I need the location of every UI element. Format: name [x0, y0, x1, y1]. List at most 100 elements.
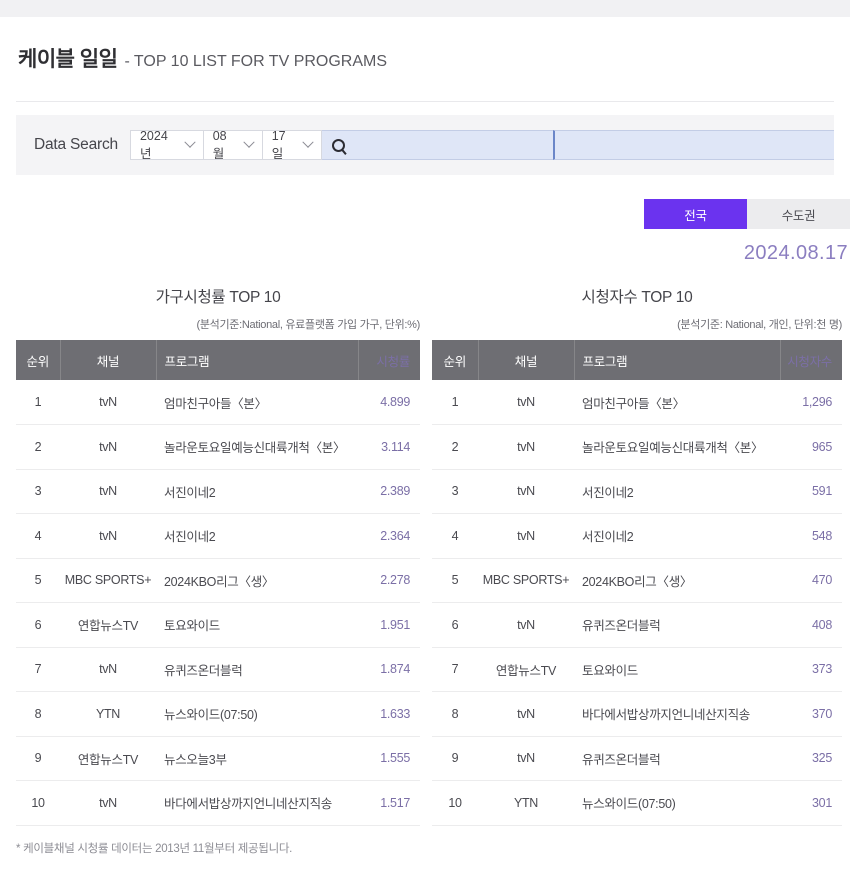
cell-rank: 3: [16, 469, 60, 514]
cell-channel: tvN: [60, 780, 156, 826]
cell-program: 유퀴즈온더블럭: [574, 602, 780, 648]
viewers-table-block: 시청자수 TOP 10 (분석기준: National, 개인, 단위:천 명)…: [432, 285, 842, 826]
table-row[interactable]: 2 tvN 놀라운토요일예능신대륙개척〈본〉 965: [432, 424, 842, 470]
table-row[interactable]: 8 tvN 바다에서밥상까지언니네산지직송 370: [432, 691, 842, 737]
cell-rank: 4: [16, 513, 60, 559]
data-search-panel: Data Search 2024년 08월 17일: [16, 115, 835, 175]
table-row[interactable]: 5 MBC SPORTS+ 2024KBO리그〈생〉 470: [432, 558, 842, 603]
day-dropdown-value: 17일: [271, 128, 286, 161]
col-header-channel: 채널: [478, 340, 575, 380]
search-input[interactable]: [321, 130, 554, 160]
cell-rank: 7: [432, 647, 478, 692]
cell-channel: 연합뉴스TV: [60, 736, 156, 781]
cell-channel: tvN: [478, 691, 574, 737]
region-tab-nationwide[interactable]: 전국: [644, 199, 747, 229]
cell-program: 2024KBO리그〈생〉: [156, 558, 358, 603]
cell-rank: 3: [432, 469, 478, 514]
table-row[interactable]: 9 tvN 유퀴즈온더블럭 325: [432, 736, 842, 781]
cell-channel: YTN: [60, 691, 156, 737]
title-divider: [16, 101, 834, 102]
cell-rank: 9: [16, 736, 60, 781]
cell-value: 4.899: [358, 380, 420, 425]
cell-channel: tvN: [60, 513, 156, 559]
cell-channel: MBC SPORTS+: [478, 558, 574, 603]
table-row[interactable]: 8 YTN 뉴스와이드(07:50) 1.633: [16, 691, 420, 737]
cell-channel: 연합뉴스TV: [60, 602, 156, 648]
cell-channel: tvN: [478, 736, 574, 781]
table-row[interactable]: 4 tvN 서진이네2 2.364: [16, 513, 420, 559]
cell-rank: 5: [16, 558, 60, 603]
table-row[interactable]: 3 tvN 서진이네2 591: [432, 469, 842, 514]
table-row[interactable]: 4 tvN 서진이네2 548: [432, 513, 842, 559]
table-header-row: 순위 채널 프로그램 시청자수: [432, 340, 842, 380]
cell-rank: 7: [16, 647, 60, 692]
col-header-value: 시청률: [358, 340, 420, 380]
table-row[interactable]: 2 tvN 놀라운토요일예능신대륙개척〈본〉 3.114: [16, 424, 420, 470]
cell-value: 1.517: [358, 780, 420, 826]
table-row[interactable]: 1 tvN 엄마친구아들〈본〉 4.899: [16, 380, 420, 425]
cell-program: 뉴스와이드(07:50): [574, 780, 780, 826]
search-input-secondary[interactable]: [553, 130, 835, 160]
cell-channel: tvN: [60, 424, 156, 470]
day-dropdown[interactable]: 17일: [261, 128, 322, 161]
cell-rank: 8: [16, 691, 60, 737]
table-header-row: 순위 채널 프로그램 시청률: [16, 340, 420, 380]
cell-channel: tvN: [60, 380, 156, 425]
month-dropdown-value: 08월: [212, 128, 227, 161]
cell-value: 2.278: [358, 558, 420, 603]
page-root: 케이블 일일 - TOP 10 LIST FOR TV PROGRAMS Dat…: [0, 0, 850, 871]
cell-value: 548: [780, 513, 842, 559]
cell-rank: 6: [16, 602, 60, 648]
viewers-table: 순위 채널 프로그램 시청자수 1 tvN 엄마친구아들〈본〉 1,296 2 tvN 놀라…: [432, 340, 842, 826]
cell-channel: tvN: [478, 602, 574, 648]
cell-channel: tvN: [478, 469, 574, 514]
cell-rank: 5: [432, 558, 478, 603]
viewers-subtitle: (분석기준: National, 개인, 단위:천 명): [677, 319, 842, 331]
cell-rank: 2: [432, 424, 478, 470]
cell-value: 370: [780, 691, 842, 737]
table-row[interactable]: 6 tvN 유퀴즈온더블럭 408: [432, 602, 842, 648]
cell-rank: 4: [432, 513, 478, 559]
cell-program: 엄마친구아들〈본〉: [574, 380, 780, 425]
cell-rank: 6: [432, 602, 478, 648]
table-row[interactable]: 10 YTN 뉴스와이드(07:50) 301: [432, 780, 842, 826]
col-header-rank: 순위: [16, 340, 61, 380]
table-row[interactable]: 3 tvN 서진이네2 2.389: [16, 469, 420, 514]
cell-value: 965: [780, 424, 842, 470]
year-dropdown[interactable]: 2024년: [129, 128, 203, 161]
region-tab-metro[interactable]: 수도권: [747, 199, 850, 229]
cell-program: 바다에서밥상까지언니네산지직송: [156, 780, 358, 826]
household-rating-subtitle: (분석기준:National, 유료플랫폼 가입 가구, 단위:%): [196, 319, 420, 331]
cell-program: 유퀴즈온더블럭: [156, 647, 358, 692]
cell-value: 2.389: [358, 469, 420, 514]
cell-program: 토요와이드: [156, 602, 358, 648]
chevron-down-icon: [302, 136, 314, 148]
table-row[interactable]: 5 MBC SPORTS+ 2024KBO리그〈생〉 2.278: [16, 558, 420, 603]
chevron-down-icon: [184, 136, 196, 148]
cell-value: 591: [780, 469, 842, 514]
cell-program: 서진이네2: [156, 469, 358, 514]
cell-channel: tvN: [478, 513, 574, 559]
chevron-down-icon: [243, 136, 255, 148]
year-dropdown-value: 2024년: [139, 128, 168, 161]
table-row[interactable]: 7 tvN 유퀴즈온더블럭 1.874: [16, 647, 420, 692]
cell-program: 서진이네2: [574, 513, 780, 559]
date-selectors: 2024년 08월 17일: [129, 128, 322, 161]
page-title-main: 케이블 일일: [18, 48, 118, 71]
cell-rank: 10: [432, 780, 478, 826]
table-row[interactable]: 1 tvN 엄마친구아들〈본〉 1,296: [432, 380, 842, 425]
cell-program: 엄마친구아들〈본〉: [156, 380, 358, 425]
table-row[interactable]: 7 연합뉴스TV 토요와이드 373: [432, 647, 842, 692]
table-row[interactable]: 10 tvN 바다에서밥상까지언니네산지직송 1.517: [16, 780, 420, 826]
cell-channel: YTN: [478, 780, 574, 826]
cell-rank: 9: [432, 736, 478, 781]
cell-channel: MBC SPORTS+: [60, 558, 156, 603]
table-row[interactable]: 6 연합뉴스TV 토요와이드 1.951: [16, 602, 420, 648]
table-row[interactable]: 9 연합뉴스TV 뉴스오늘3부 1.555: [16, 736, 420, 781]
cell-rank: 1: [16, 380, 60, 425]
cell-value: 301: [780, 780, 842, 826]
household-rating-title: 가구시청률 TOP 10: [155, 289, 281, 306]
search-icon[interactable]: [331, 138, 345, 152]
cell-value: 408: [780, 602, 842, 648]
month-dropdown[interactable]: 08월: [202, 128, 262, 161]
